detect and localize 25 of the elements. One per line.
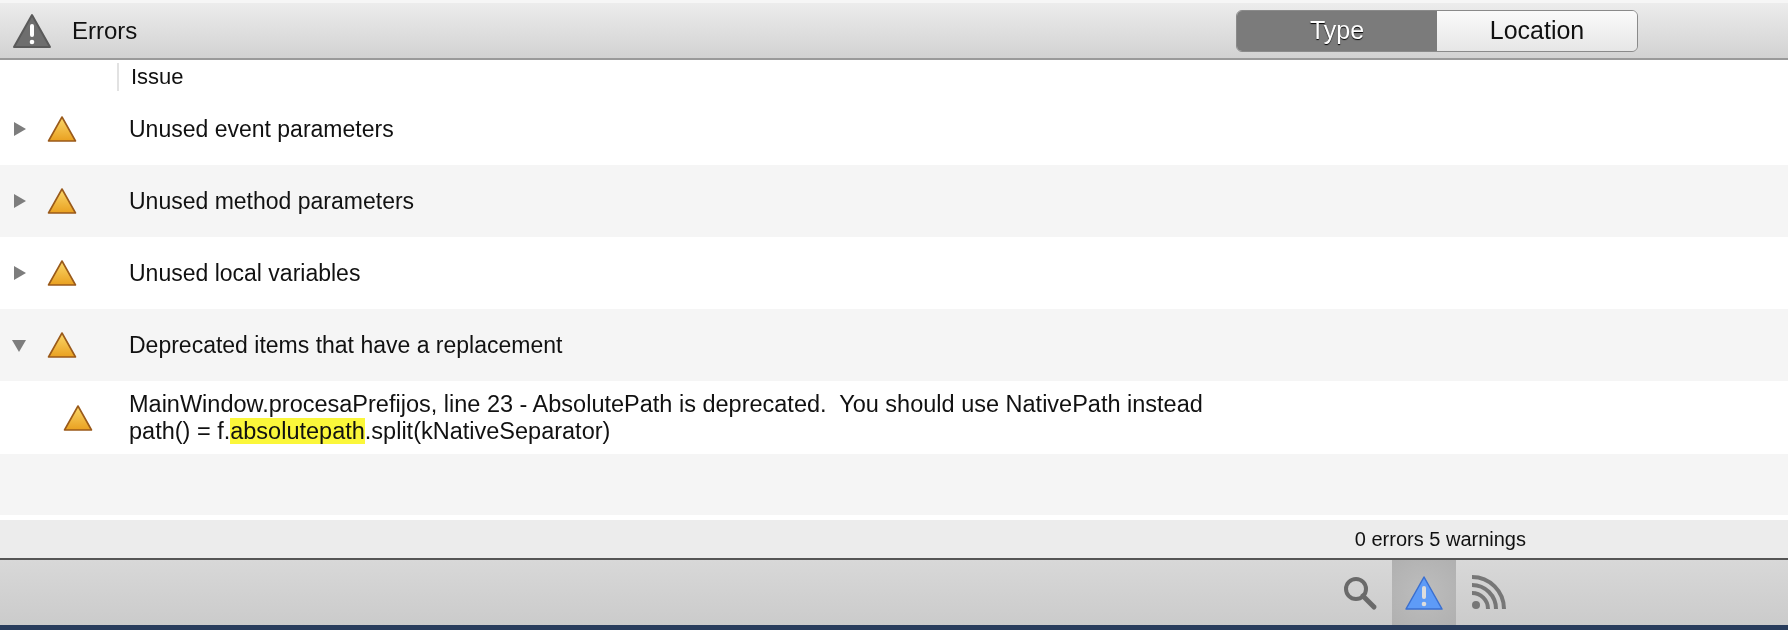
warning-button[interactable] [1392,560,1456,625]
warning-icon [47,115,77,143]
segment-tab[interactable]: Location [1437,10,1637,51]
warning-icon [63,403,93,432]
disclosure-triangle-icon[interactable] [11,337,27,353]
panel-title: Errors [72,16,139,45]
disclosure-triangle-icon[interactable] [11,265,27,281]
issue-label[interactable]: Unused method parameters [129,187,415,215]
status-summary: 0 errors 5 warnings [1354,527,1526,551]
warning-icon [47,187,77,215]
warning-icon [47,331,77,359]
warning-message: MainWindow.procesaPrefijos, line 23 - AbsolutePath is deprecated. You should use NativePath instead [129,390,1203,418]
disclosure-triangle-icon[interactable] [11,121,27,137]
column-header: Issue [130,63,184,90]
warning-icon [47,259,77,287]
warning-icon [12,12,52,49]
issue-label[interactable]: Unused event parameters [129,115,394,143]
issue-label[interactable]: Unused local variables [129,259,361,287]
segment-tab[interactable]: Type [1237,10,1437,51]
feed-icon [1470,574,1506,611]
search-icon [1342,574,1378,611]
disclosure-triangle-icon[interactable] [11,193,27,209]
warning-icon [1404,574,1444,611]
issue-label[interactable]: Deprecated items that have a replacement [129,331,563,359]
code-line: path() = f.absolutepath.split(kNativeSeparator) [129,417,612,445]
